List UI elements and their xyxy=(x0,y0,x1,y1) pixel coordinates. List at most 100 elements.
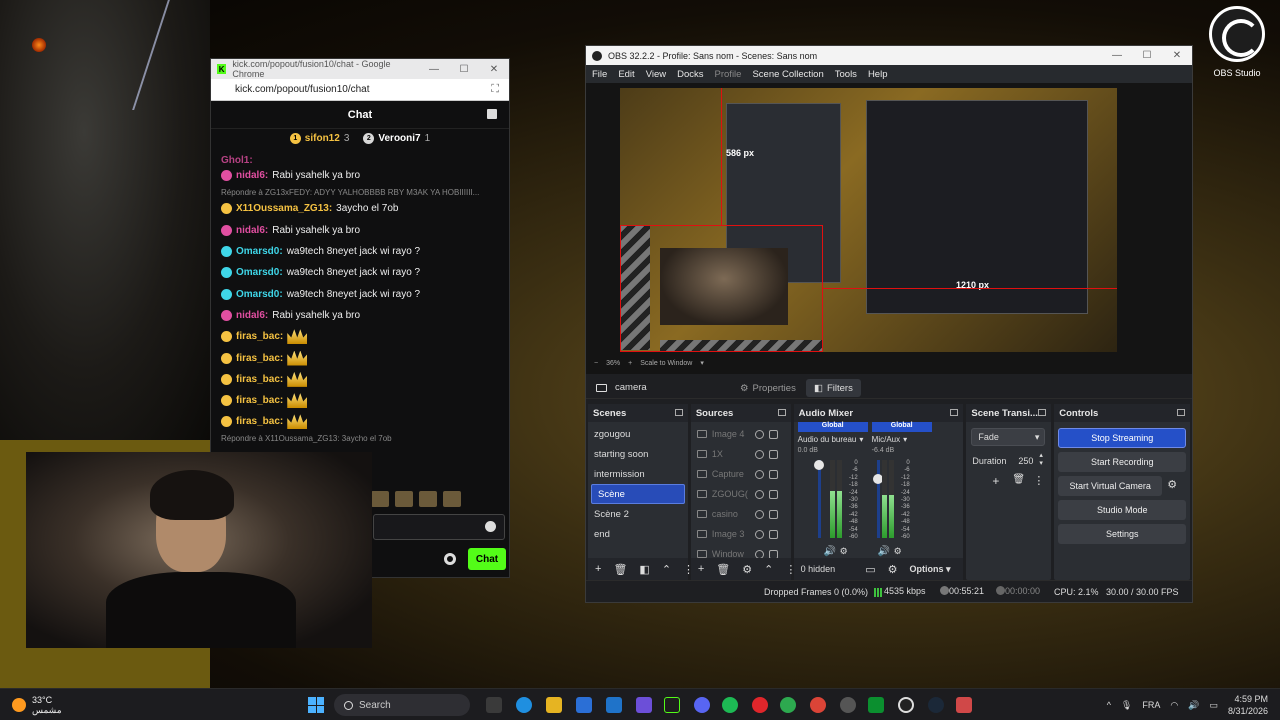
chat-username[interactable]: nidal6: xyxy=(236,170,268,181)
taskbar-search[interactable]: Search xyxy=(334,694,470,716)
task-view-icon[interactable] xyxy=(486,697,502,713)
trash-icon[interactable]: 🗑 xyxy=(613,563,627,576)
scale-mode[interactable]: Scale to Window xyxy=(640,360,692,367)
scene-item[interactable]: starting soon xyxy=(588,444,688,464)
chat-input[interactable] xyxy=(373,514,505,540)
chat-username[interactable]: nidal6: xyxy=(236,225,268,236)
nvidia-icon[interactable] xyxy=(868,697,884,713)
obs-desktop-shortcut[interactable]: OBS Studio xyxy=(1204,6,1270,84)
filters-button[interactable]: ◧ Filters xyxy=(806,379,861,397)
menu-edit[interactable]: Edit xyxy=(618,69,634,80)
scene-item[interactable]: end xyxy=(588,524,688,544)
chat-message[interactable]: nidal6: Rabi ysahelk ya bro xyxy=(221,165,506,186)
chevron-down-icon[interactable]: ▾ xyxy=(700,359,704,367)
scene-item[interactable]: Scène 2 xyxy=(588,504,688,524)
lock-icon[interactable] xyxy=(768,529,778,539)
menu-profile[interactable]: Profile xyxy=(715,69,742,80)
settings-button[interactable]: Settings xyxy=(1058,524,1187,544)
chat-message[interactable]: Omarsd0: wa9tech 8neyet jack wi rayo ? xyxy=(221,283,506,304)
menu-view[interactable]: View xyxy=(646,69,666,80)
emoji-icon[interactable] xyxy=(485,521,496,532)
file-explorer-icon[interactable] xyxy=(546,697,562,713)
clock[interactable]: 4:59 PM 8/31/2026 xyxy=(1228,693,1268,717)
lock-icon[interactable] xyxy=(768,509,778,519)
volume-knob[interactable] xyxy=(813,460,824,470)
volume-slider[interactable] xyxy=(817,460,821,538)
chat-message[interactable]: firas_bac: xyxy=(221,390,506,411)
chrome-profile-icon[interactable] xyxy=(810,697,826,713)
outlook-icon[interactable] xyxy=(606,697,622,713)
dock-popout-icon[interactable] xyxy=(777,409,786,416)
send-chat-button[interactable]: Chat xyxy=(468,548,506,570)
source-item[interactable]: 1X xyxy=(691,444,791,464)
chat-message[interactable]: nidal6: Rabi ysahelk ya bro xyxy=(221,220,506,241)
gear-icon[interactable]: ⚙ xyxy=(840,546,848,557)
emote-icon[interactable] xyxy=(419,491,437,507)
edge-icon[interactable] xyxy=(516,697,532,713)
menu-docks[interactable]: Docks xyxy=(677,69,703,80)
maximize-icon[interactable]: ☐ xyxy=(1132,50,1162,61)
chat-username[interactable]: Omarsd0: xyxy=(236,267,283,278)
add-icon[interactable]: + xyxy=(698,563,704,575)
source-item[interactable]: ZGOUG( xyxy=(691,484,791,504)
stop-streaming-button[interactable]: Stop Streaming xyxy=(1058,428,1187,448)
speaker-icon[interactable]: 🔊 xyxy=(824,546,836,557)
start-recording-button[interactable]: Start Recording xyxy=(1058,452,1187,472)
chat-message[interactable]: Omarsd0: wa9tech 8neyet jack wi rayo ? xyxy=(221,262,506,283)
gear-icon[interactable]: ⚙ xyxy=(742,563,752,576)
keyboard-language[interactable]: FRA xyxy=(1142,700,1160,710)
menu-tools[interactable]: Tools xyxy=(835,69,857,80)
emote-icon[interactable] xyxy=(443,491,461,507)
lock-icon[interactable] xyxy=(768,429,778,439)
emote-picker-row[interactable] xyxy=(371,491,461,507)
dock-popout-icon[interactable] xyxy=(950,409,959,416)
more-icon[interactable]: ⋮ xyxy=(1033,474,1044,487)
dock-popout-icon[interactable] xyxy=(674,409,683,416)
emote-icon[interactable] xyxy=(395,491,413,507)
chrome-icon[interactable] xyxy=(780,697,796,713)
close-icon[interactable]: ✕ xyxy=(1162,50,1192,61)
volume-slider[interactable] xyxy=(876,460,880,538)
app-icon[interactable] xyxy=(956,697,972,713)
start-virtual-camera-button[interactable]: Start Virtual Camera xyxy=(1058,476,1163,496)
chat-message[interactable]: X11Oussama_ZG13: 3aycho el 7ob xyxy=(221,198,506,219)
menu-file[interactable]: File xyxy=(592,69,607,80)
chat-username[interactable]: firas_bac: xyxy=(236,331,283,342)
layout-icon[interactable]: ▭ xyxy=(865,563,875,576)
chat-username[interactable]: firas_bac: xyxy=(236,374,283,385)
eye-hidden-icon[interactable] xyxy=(754,449,764,459)
scene-item[interactable]: intermission xyxy=(588,464,688,484)
menu-scene-collection[interactable]: Scene Collection xyxy=(752,69,823,80)
wifi-icon[interactable]: ◠ xyxy=(1170,700,1178,711)
steam-icon[interactable] xyxy=(928,697,944,713)
filter-icon[interactable]: ◧ xyxy=(639,563,649,576)
spotify-icon[interactable] xyxy=(722,697,738,713)
lock-icon[interactable] xyxy=(768,469,778,479)
minimize-icon[interactable]: — xyxy=(419,64,449,75)
address-bar[interactable]: kick.com/popout/fusion10/chat ⛶ xyxy=(211,79,509,101)
gifter-1[interactable]: 1 sifon12 3 xyxy=(289,132,349,144)
chevron-up-icon[interactable]: ⌃ xyxy=(662,563,671,576)
zoom-in-icon[interactable]: + xyxy=(628,360,632,367)
obs-taskbar-icon[interactable] xyxy=(898,697,914,713)
eye-hidden-icon[interactable] xyxy=(754,469,764,479)
preview-canvas[interactable]: 586 px 1210 px xyxy=(620,88,1117,352)
mixer-options-button[interactable]: Options ▾ xyxy=(909,564,950,575)
chat-message[interactable]: firas_bac: xyxy=(221,411,506,432)
chevron-up-icon[interactable]: ⌃ xyxy=(764,563,773,576)
trash-icon[interactable]: 🗑 xyxy=(716,563,730,576)
chat-username[interactable]: firas_bac: xyxy=(236,353,283,364)
chat-username[interactable]: Omarsd0: xyxy=(236,289,283,300)
reply-context[interactable]: Répondre à ZG13xFEDY: ADYY YALHOBBBB RBY… xyxy=(221,186,506,198)
eye-hidden-icon[interactable] xyxy=(754,429,764,439)
transition-select[interactable]: Fade ▾ xyxy=(971,428,1046,446)
obs-preview[interactable]: 586 px 1210 px − 36% + Scale to Window ▾ xyxy=(586,83,1192,374)
chrome-titlebar[interactable]: K kick.com/popout/fusion10/chat - Google… xyxy=(211,59,509,79)
gear-icon[interactable]: ⚙ xyxy=(894,546,902,557)
reply-context[interactable]: Répondre à X11Oussama_ZG13: 3aycho el 7o… xyxy=(221,433,506,445)
scene-item[interactable]: zgougou xyxy=(588,424,688,444)
gifter-2[interactable]: 2 Veroonі7 1 xyxy=(363,132,430,144)
opera-icon[interactable] xyxy=(752,697,768,713)
translate-icon[interactable]: ⛶ xyxy=(491,83,499,96)
duration-input[interactable]: 250 xyxy=(1018,456,1033,466)
